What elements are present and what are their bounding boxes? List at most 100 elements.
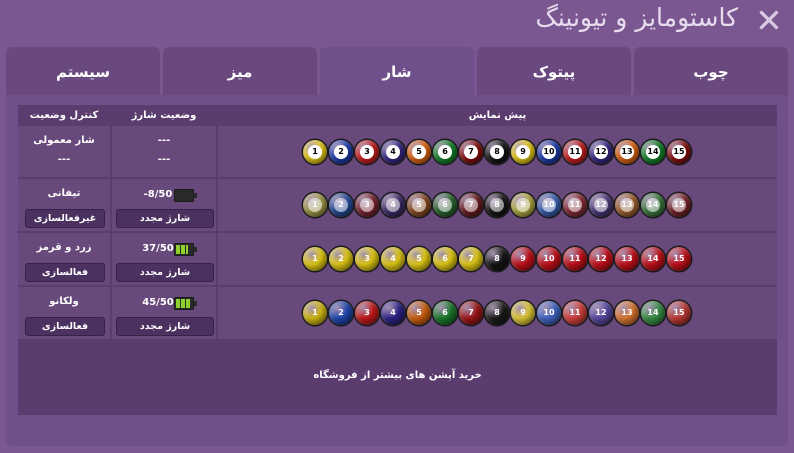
ball-8: 8 [485, 247, 509, 271]
ball-number: 6 [442, 254, 448, 263]
ball-number: 14 [646, 198, 660, 212]
battery-icon [174, 243, 197, 256]
ball-number: 5 [416, 254, 422, 263]
ball-number: 3 [364, 254, 370, 263]
tab-cue[interactable]: چوب [634, 47, 788, 95]
ball-number: 6 [442, 308, 448, 317]
ball-number: 7 [468, 308, 474, 317]
ball-number: 12 [594, 145, 608, 159]
ball-4: 4 [381, 301, 405, 325]
ball-number: 7 [468, 254, 474, 263]
tab-tip[interactable]: پیتوک [477, 47, 631, 95]
ball-5: 5 [407, 193, 431, 217]
ball-10: 10 [537, 247, 561, 271]
close-icon[interactable]: ✕ [754, 4, 784, 37]
ball-13: 13 [615, 301, 639, 325]
recharge-button[interactable]: شارژ مجدد [116, 209, 214, 228]
deactivate-button[interactable]: غیرفعالسازی [25, 209, 105, 228]
battery-icon [174, 189, 197, 202]
ball-5: 5 [407, 140, 431, 164]
ball-13: 13 [615, 140, 639, 164]
activate-button[interactable]: فعالسازی [25, 317, 105, 336]
ball-12: 12 [589, 301, 613, 325]
ball-number: 9 [520, 254, 526, 263]
header-charge-status: وضعیت شارژ [131, 110, 197, 121]
ball-3: 3 [355, 247, 379, 271]
tab-balls[interactable]: شار [320, 47, 474, 95]
ball-number: 14 [647, 254, 659, 263]
ball-14: 14 [641, 140, 665, 164]
ball-set-name: ولکانو [49, 296, 79, 307]
table-row: زرد و قرمز فعالسازی 37/50 شارژ مجدد 1234… [18, 233, 777, 285]
ball-8: 8 [485, 140, 509, 164]
ball-number: 9 [520, 308, 526, 317]
ball-number: 5 [412, 198, 426, 212]
ball-9: 9 [511, 247, 535, 271]
ball-13: 13 [615, 193, 639, 217]
ball-number: 12 [595, 254, 607, 263]
ball-number: 15 [672, 198, 686, 212]
ball-9: 9 [511, 193, 535, 217]
ball-7: 7 [459, 301, 483, 325]
battery-bar [185, 245, 188, 254]
ball-7: 7 [459, 140, 483, 164]
window-title: کاستومایز و تیونینگ [535, 3, 739, 32]
ball-number: 9 [516, 145, 530, 159]
table-row: تیفانی غیرفعالسازی -8/50 شارژ مجدد 12345… [18, 179, 777, 231]
ball-number: 12 [595, 308, 607, 317]
tab-system[interactable]: سیستم [6, 47, 160, 95]
tab-bar: چوب پیتوک شار میز سیستم [6, 47, 790, 95]
recharge-button[interactable]: شارژ مجدد [116, 263, 214, 282]
ball-number: 2 [334, 198, 348, 212]
ball-number: 1 [312, 308, 318, 317]
ball-number: 8 [494, 254, 500, 263]
ball-number: 11 [568, 145, 582, 159]
ball-number: 10 [543, 254, 555, 263]
tab-table[interactable]: میز [163, 47, 317, 95]
battery-bar [188, 299, 190, 308]
ball-2: 2 [329, 301, 353, 325]
ball-number: 13 [620, 198, 634, 212]
ball-number: 2 [334, 145, 348, 159]
ball-14: 14 [641, 247, 665, 271]
ball-15: 15 [667, 140, 691, 164]
ball-number: 8 [494, 308, 500, 317]
ball-number: 5 [416, 308, 422, 317]
ball-15: 15 [667, 247, 691, 271]
ball-number: 14 [647, 308, 659, 317]
ball-number: 4 [386, 198, 400, 212]
ball-9: 9 [511, 140, 535, 164]
ball-number: 11 [569, 308, 581, 317]
ball-number: 7 [464, 198, 478, 212]
ball-4: 4 [381, 140, 405, 164]
activate-button[interactable]: فعالسازی [25, 263, 105, 282]
ball-1: 1 [303, 247, 327, 271]
ball-number: 1 [312, 254, 318, 263]
ball-6: 6 [433, 301, 457, 325]
ball-set-name: شار معمولی [33, 135, 95, 146]
ball-number: 8 [490, 198, 504, 212]
ball-number: 13 [621, 308, 633, 317]
ball-7: 7 [459, 193, 483, 217]
ball-number: 2 [338, 308, 344, 317]
table-row: ولکانو فعالسازی 45/50 شارژ مجدد 12345678… [18, 287, 777, 339]
ball-number: 3 [360, 145, 374, 159]
ball-15: 15 [667, 193, 691, 217]
ball-number: 5 [412, 145, 426, 159]
recharge-value: --- [157, 154, 171, 165]
shop-link[interactable]: خرید آپشن های بیشتر از فروشگاه [18, 370, 777, 381]
ball-number: 11 [569, 254, 581, 263]
ball-number: 10 [542, 145, 556, 159]
recharge-button[interactable]: شارژ مجدد [116, 317, 214, 336]
ball-number: 13 [620, 145, 634, 159]
ball-3: 3 [355, 140, 379, 164]
ball-1: 1 [303, 140, 327, 164]
ball-number: 3 [364, 308, 370, 317]
ball-number: 13 [621, 254, 633, 263]
ball-number: 4 [390, 308, 396, 317]
ball-number: 9 [516, 198, 530, 212]
header-preview: پیش نمایش [468, 110, 527, 121]
ball-number: 4 [390, 254, 396, 263]
table-row: شار معمولی --- --- --- 1 2 3 4 5 6 7 8 9 10 11 12 13… [18, 126, 777, 177]
charge-value: --- [157, 135, 171, 146]
